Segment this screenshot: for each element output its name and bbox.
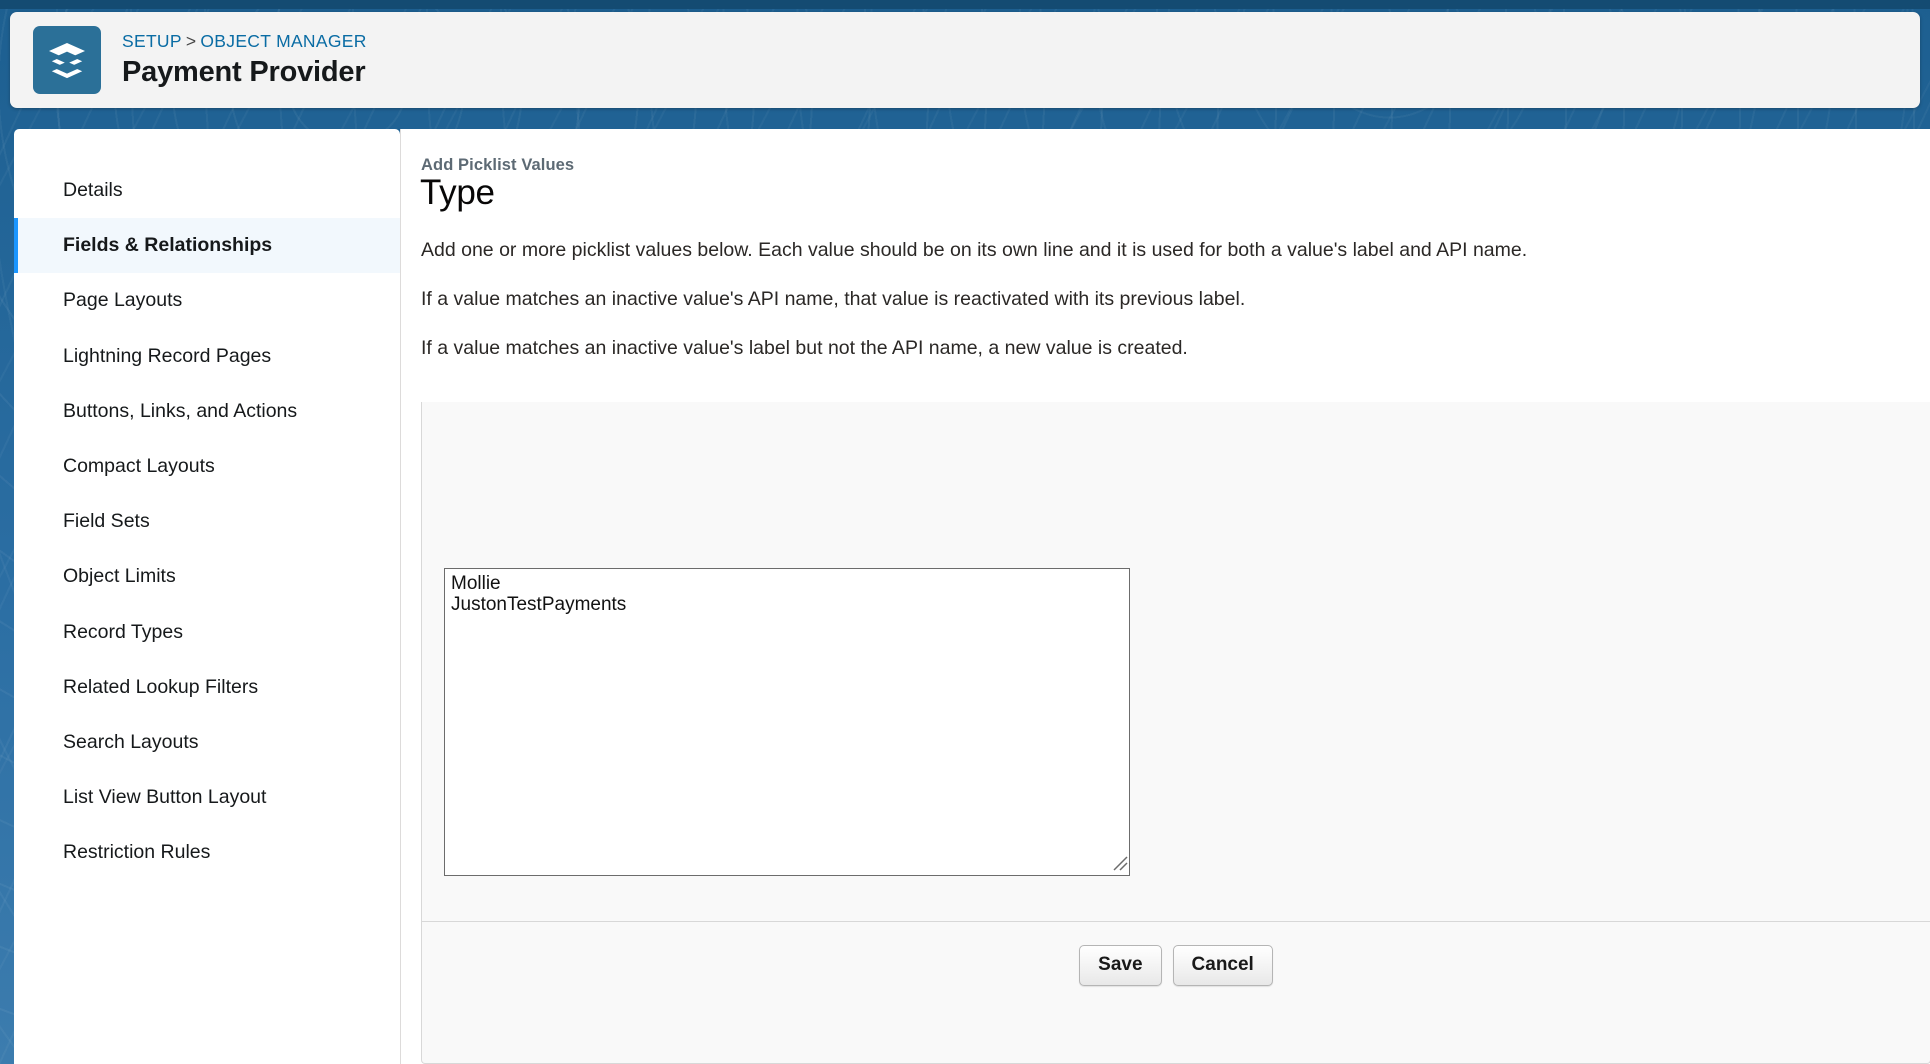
save-button[interactable]: Save <box>1079 945 1162 986</box>
sidebar-item-label: List View Button Layout <box>63 786 267 809</box>
sidebar-item-related-lookup-filters[interactable]: Related Lookup Filters <box>14 660 400 715</box>
sidebar-item-label: Compact Layouts <box>63 455 215 478</box>
page-header-card: SETUP > OBJECT MANAGER Payment Provider <box>10 12 1920 108</box>
sidebar-item-details[interactable]: Details <box>14 163 400 218</box>
sidebar-item-compact-layouts[interactable]: Compact Layouts <box>14 439 400 494</box>
sidebar-item-fields-relationships[interactable]: Fields & Relationships <box>14 218 400 274</box>
sidebar-item-label: Record Types <box>63 620 183 643</box>
sidebar-item-label: Object Limits <box>63 565 176 588</box>
breadcrumb-setup[interactable]: SETUP <box>122 31 182 51</box>
sidebar-item-label: Restriction Rules <box>63 841 211 864</box>
sidebar-item-restriction-rules[interactable]: Restriction Rules <box>14 825 400 880</box>
instruction-paragraph-3: If a value matches an inactive value's l… <box>421 337 1188 359</box>
section-heading: Type <box>420 173 495 212</box>
top-accent-strip <box>0 0 1930 9</box>
sidebar-item-buttons-links-actions[interactable]: Buttons, Links, and Actions <box>14 384 400 439</box>
sidebar-item-label: Lightning Record Pages <box>63 344 272 367</box>
picklist-values-textarea[interactable] <box>444 568 1130 876</box>
sidebar-item-search-layouts[interactable]: Search Layouts <box>14 715 400 770</box>
breadcrumb-object-manager[interactable]: OBJECT MANAGER <box>200 31 366 51</box>
sidebar-item-page-layouts[interactable]: Page Layouts <box>14 273 400 328</box>
sidebar-item-label: Buttons, Links, and Actions <box>63 399 298 422</box>
object-stack-icon <box>33 26 101 94</box>
sidebar-item-label: Details <box>63 179 123 202</box>
sidebar-item-lightning-record-pages[interactable]: Lightning Record Pages <box>14 329 400 384</box>
setup-page: SETUP > OBJECT MANAGER Payment Provider De… <box>0 0 1930 1064</box>
sidebar-item-label: Field Sets <box>63 510 150 533</box>
main-content-panel: Add Picklist Values Type Add one or more… <box>400 129 1930 1064</box>
sidebar-item-object-limits[interactable]: Object Limits <box>14 549 400 604</box>
sidebar-item-record-types[interactable]: Record Types <box>14 605 400 660</box>
sidebar-item-label: Page Layouts <box>63 289 183 312</box>
header-text-block: SETUP > OBJECT MANAGER Payment Provider <box>122 30 367 90</box>
instruction-paragraph-2: If a value matches an inactive value's A… <box>421 288 1246 310</box>
breadcrumb: SETUP > OBJECT MANAGER <box>122 30 367 54</box>
sidebar-item-list-view-button-layout[interactable]: List View Button Layout <box>14 770 400 825</box>
cancel-button[interactable]: Cancel <box>1172 945 1273 986</box>
instruction-paragraph-1: Add one or more picklist values below. E… <box>421 239 1528 261</box>
object-manager-sidebar: Details Fields & Relationships Page Layo… <box>14 129 400 1064</box>
add-picklist-values-form: Save Cancel <box>421 402 1930 1064</box>
form-button-bar: Save Cancel <box>422 921 1930 1063</box>
sidebar-item-label: Fields & Relationships <box>63 234 273 257</box>
sidebar-item-label: Related Lookup Filters <box>63 675 259 698</box>
page-title: Payment Provider <box>122 55 366 88</box>
breadcrumb-separator: > <box>185 31 197 52</box>
sidebar-item-label: Search Layouts <box>63 730 199 753</box>
sidebar-item-field-sets[interactable]: Field Sets <box>14 494 400 549</box>
